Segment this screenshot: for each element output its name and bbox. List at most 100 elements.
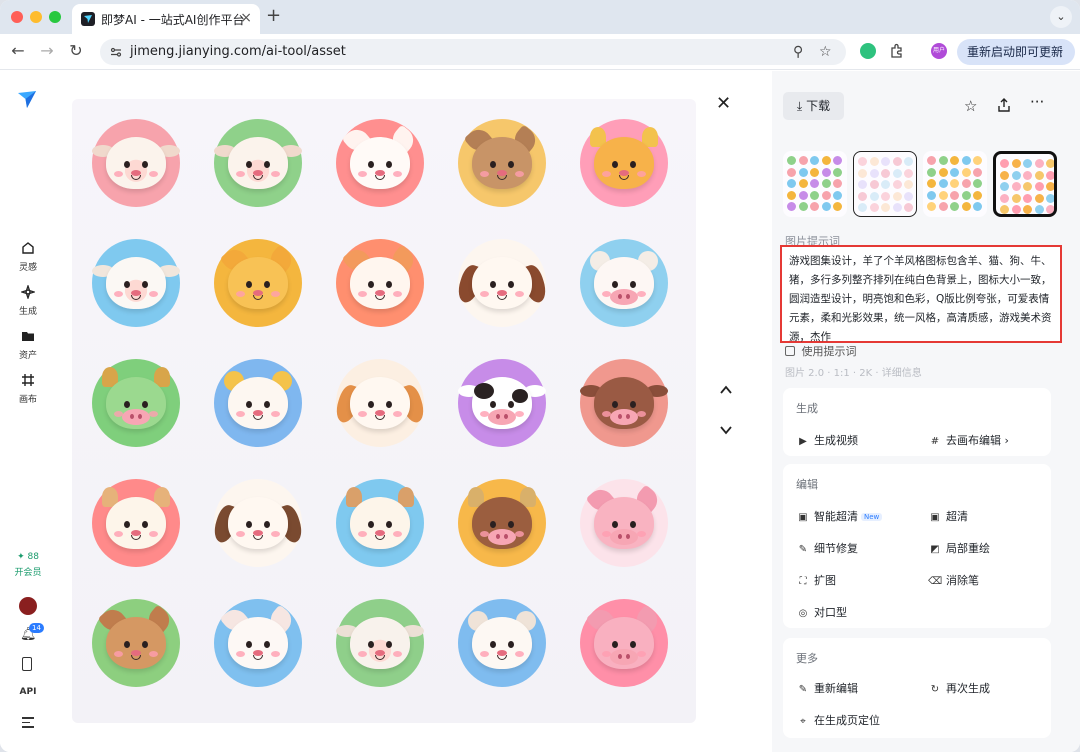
thumbnail-dot [798,156,808,165]
generate-video-button[interactable]: ▶ 生成视频 [796,432,858,448]
thumbnail-dot [1000,170,1009,180]
download-label: 下载 [806,99,831,113]
animal-cheek [358,291,367,297]
thumbnail-dot [1034,205,1044,214]
thumbnail-dot [1046,170,1054,180]
vip-entry[interactable]: ✦ 88 开会员 [0,552,56,578]
menu-icon[interactable] [22,717,34,731]
jimeng-logo-icon[interactable] [17,89,37,109]
maximize-window-button[interactable] [49,11,61,23]
previous-image-chevron-up-icon[interactable] [719,383,733,397]
forward-arrow-icon[interactable]: → [37,41,57,60]
sidebar-item-canvas[interactable]: 画布 [0,373,56,405]
thumbnail-dot [938,179,948,188]
prompt-text[interactable]: 游戏图集设计，羊了个羊风格图标包含羊、猫、狗、牛、猪，多行多列整齐排列在纯白色背… [780,245,1062,343]
thumbnail-dot [1034,193,1044,203]
thumbnail-dot [833,190,842,200]
thumbnail-dot [798,179,808,188]
thumbnail-dot [810,190,819,200]
lip-sync-button[interactable]: ◎ 对口型 [796,604,847,620]
animal-cheek [271,171,280,177]
minimize-window-button[interactable] [30,11,42,23]
sidebar-item-generate[interactable]: 生成 [0,283,56,317]
user-avatar[interactable] [19,597,37,615]
thumbnail-3[interactable] [923,151,987,217]
thumbnail-dot [892,191,902,201]
folder-icon [0,329,56,347]
locate-in-generation-button[interactable]: ⌖ 在生成页定位 [796,712,880,728]
relaunch-update-button[interactable]: 重新启动即可更新 ⋮ [957,39,1075,65]
thumbnail-dot [1023,193,1032,203]
image-meta-text: 图片 2.0 · 1:1 · 2K · 详细信息 [785,368,922,379]
sidebar-item-inspiration[interactable]: 灵感 [0,241,56,273]
back-arrow-icon[interactable]: ← [8,41,28,60]
profile-avatar[interactable]: 用户 [931,43,947,59]
thumbnail-dot [1034,170,1044,180]
animal-cheek [358,531,367,537]
thumbnail-dot [961,179,971,188]
detail-repair-button[interactable]: ✎ 细节修复 [796,540,858,556]
share-icon[interactable] [997,98,1011,112]
detail-panel: ⤓ 下载 ☆ ··· 图片提示词 游戏图集设计，羊了个羊风格图标包含羊、猫、狗、… [772,71,1080,752]
tab-search-chevron-icon[interactable]: ⌄ [1050,6,1072,28]
thumbnail-1[interactable] [783,151,847,217]
thumbnail-dot [1023,205,1032,214]
bookmark-star-icon[interactable]: ☆ [819,44,832,60]
download-button[interactable]: ⤓ 下载 [783,92,844,120]
animal-cheek [236,171,245,177]
sparkle-icon [0,283,56,303]
close-viewer-icon[interactable]: ✕ [716,93,731,114]
next-image-chevron-down-icon[interactable] [719,423,733,437]
thumbnail-2[interactable] [853,151,917,217]
action-label: 智能超清 [814,510,858,523]
animal-cheek [358,171,367,177]
thumbnail-strip [783,151,1058,217]
animal-face [472,617,532,669]
re-edit-button[interactable]: ✎ 重新编辑 [796,680,858,696]
api-link[interactable]: API [0,687,56,697]
close-window-button[interactable] [11,11,23,23]
extension-check-icon[interactable] [860,43,876,59]
animal-eye [612,521,618,528]
regenerate-button[interactable]: ↻ 再次生成 [928,680,990,696]
thumbnail-dot [1023,182,1032,191]
animal-face [228,257,288,309]
thumbnail-4[interactable] [993,151,1057,217]
animal-cheek [637,411,646,417]
thumbnail-dot [881,203,890,212]
address-bar[interactable]: jimeng.jianying.com/ai-tool/asset ⚲ ☆ [100,39,846,65]
animal-face [228,137,288,189]
reload-icon[interactable]: ↻ [66,41,86,60]
tab-close-icon[interactable]: × [240,10,252,26]
outpaint-button[interactable]: ⛶ 扩图 [796,572,837,588]
animal-icon-cow [576,115,672,211]
edit-in-canvas-button[interactable]: # 去画布编辑 › [928,432,1009,448]
site-info-icon[interactable] [110,46,122,58]
sidebar-item-assets[interactable]: 资产 [0,329,56,361]
generated-image[interactable] [72,99,696,723]
thumbnail-dot [973,202,982,211]
thumbnail-dot [858,191,867,201]
animal-eye [508,521,514,528]
browser-tab-active[interactable]: 即梦AI - 一站式AI创作平台 × [72,4,260,34]
thumbnail-dot [938,156,948,165]
new-tab-button[interactable]: + [266,5,281,26]
mobile-app-icon[interactable] [22,657,32,671]
more-options-icon[interactable]: ··· [1030,93,1044,111]
favorite-star-icon[interactable]: ☆ [964,97,977,115]
smart-upscale-button[interactable]: ▣ 智能超清 New [796,508,883,524]
animal-face [228,377,288,429]
thumbnail-dot [938,202,948,211]
more-card: 更多 ✎ 重新编辑 ↻ 再次生成 ⌖ 在生成页定位 [783,638,1051,738]
eraser-button[interactable]: ⌫ 消除笔 [928,572,979,588]
thumbnail-dot [1011,159,1021,168]
zoom-icon[interactable]: ⚲ [793,44,803,60]
animal-eye [386,281,392,288]
use-prompt-button[interactable]: 使用提示词 [785,343,857,359]
inpaint-button[interactable]: ◩ 局部重绘 [928,540,990,556]
animal-icon-pigb [576,235,672,331]
extensions-puzzle-icon[interactable] [889,43,905,59]
upscale-button[interactable]: ▣ 超清 [928,508,968,524]
animal-icon-catb [454,115,550,211]
animal-icon-sheepw [332,595,428,691]
